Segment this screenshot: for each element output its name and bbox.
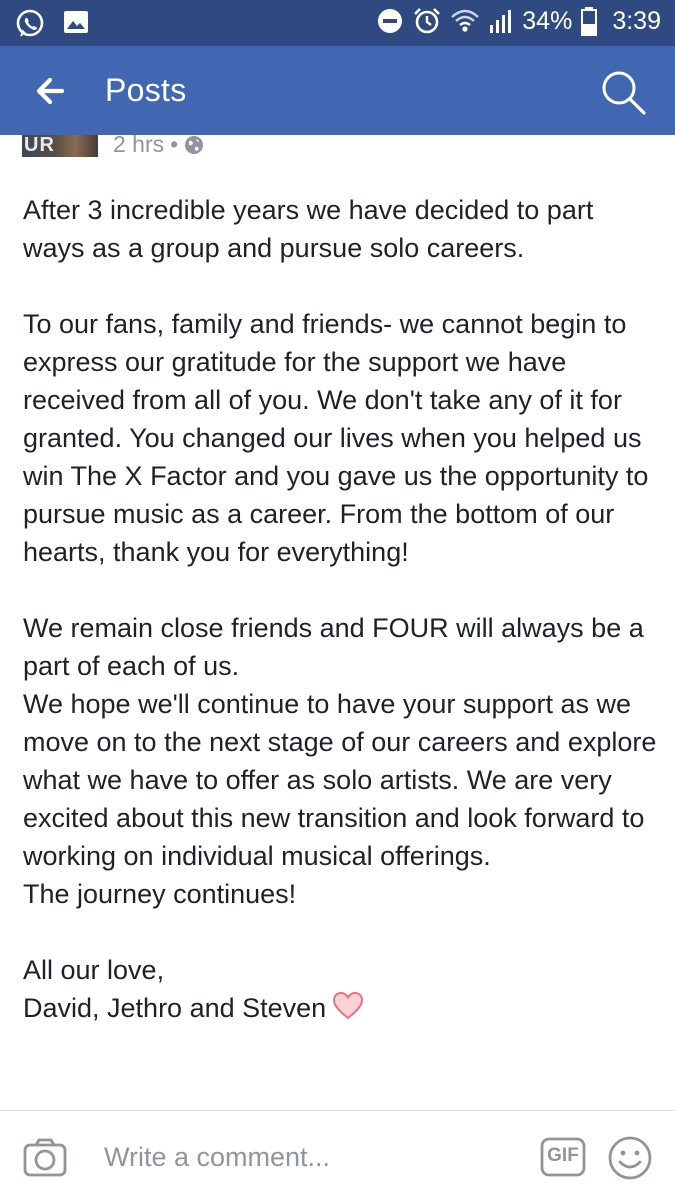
- meta-separator: •: [170, 135, 179, 157]
- post-paragraph: We hope we'll continue to have your supp…: [23, 689, 657, 871]
- post-signature-line: David, Jethro and Steven: [23, 989, 658, 1027]
- signal-icon: [490, 10, 512, 33]
- whatsapp-icon: [16, 9, 44, 37]
- status-bar: 34% 3:39: [0, 0, 675, 46]
- gif-label: GIF: [547, 1145, 579, 1166]
- post-paragraph: The journey continues!: [23, 879, 297, 909]
- avatar-text: UR: [24, 135, 55, 156]
- post-signature: David, Jethro and Steven: [23, 993, 327, 1023]
- post-signoff: All our love,: [23, 955, 165, 985]
- avatar[interactable]: UR: [22, 135, 98, 157]
- wifi-icon: [451, 9, 480, 32]
- gallery-icon: [64, 11, 88, 33]
- alarm-icon: [414, 8, 441, 34]
- post-paragraph: After 3 incredible years we have decided…: [23, 195, 594, 263]
- post-paragraph: To our fans, family and friends- we cann…: [23, 309, 649, 567]
- comment-bar: GIF: [0, 1110, 675, 1201]
- post-time[interactable]: 2 hrs: [113, 135, 164, 158]
- heart-icon: [333, 991, 364, 1020]
- smiley-icon: [608, 1136, 652, 1180]
- search-button[interactable]: [599, 68, 649, 118]
- post-header: UR 2 hrs •: [0, 135, 675, 163]
- status-bar-right: 34% 3:39: [376, 6, 661, 36]
- clock: 3:39: [612, 6, 661, 35]
- app-bar: Posts: [0, 46, 675, 135]
- gif-button[interactable]: GIF: [540, 1137, 586, 1177]
- post-paragraph: We remain close friends and FOUR will al…: [23, 613, 644, 681]
- back-button[interactable]: [28, 68, 74, 114]
- battery-icon: [581, 7, 598, 36]
- post-body: After 3 incredible years we have decided…: [23, 191, 658, 1027]
- do-not-disturb-icon: [378, 9, 403, 33]
- page-title: Posts: [105, 72, 187, 108]
- back-arrow-icon: [36, 77, 65, 105]
- post-meta: 2 hrs •: [113, 135, 204, 158]
- globe-icon: [185, 135, 204, 154]
- status-bar-left: [14, 8, 90, 40]
- camera-icon: [23, 1138, 67, 1177]
- emoji-button[interactable]: [607, 1135, 653, 1181]
- battery-percentage: 34%: [522, 6, 573, 35]
- camera-button[interactable]: [22, 1135, 68, 1181]
- comment-input[interactable]: [104, 1135, 504, 1179]
- search-icon: [602, 71, 646, 115]
